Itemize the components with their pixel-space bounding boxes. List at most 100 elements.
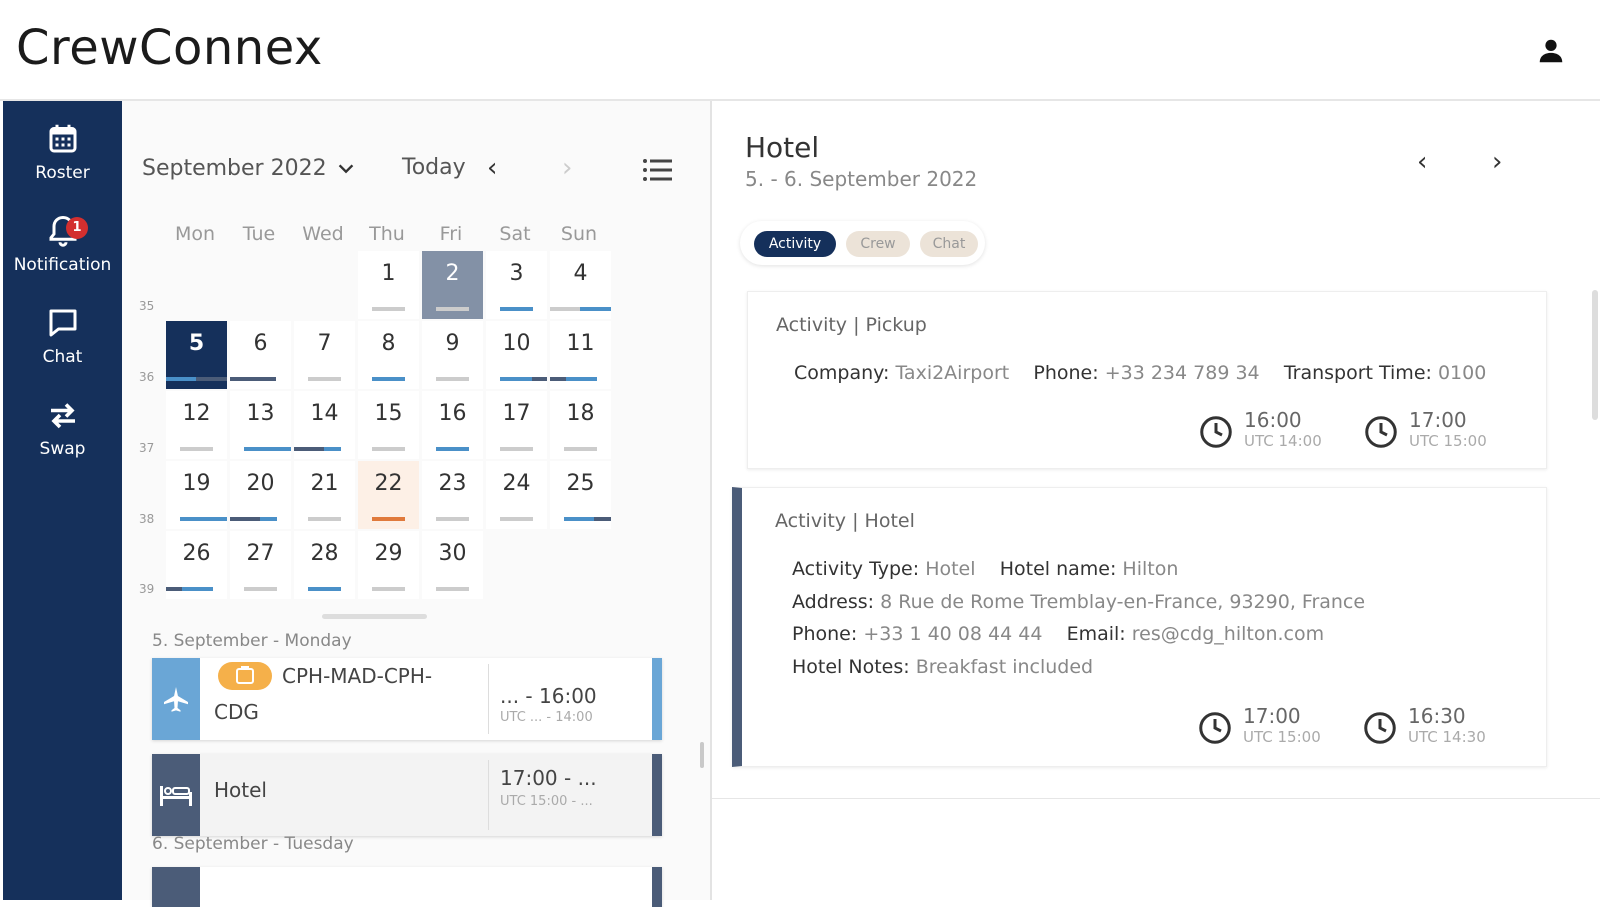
calendar-day[interactable]: 18 [550,391,611,459]
sidebar-item-roster[interactable]: Roster [3,121,122,183]
day-indicator [564,447,597,451]
start-time: 16:00 [1244,408,1302,432]
vertical-scrollbar[interactable] [1592,290,1598,420]
day-number: 11 [566,331,595,356]
day-number: 16 [438,401,467,426]
calendar-day[interactable]: 19 [166,461,227,529]
day-indicator [244,587,277,591]
week-number: 38 [139,512,155,526]
calendar-day[interactable]: 11 [550,321,611,389]
calendar-day[interactable]: 4 [550,251,611,319]
next-activity-button[interactable]: › [1492,147,1502,177]
sidebar-item-label: Swap [39,439,86,459]
flight-event[interactable]: CPH-MAD-CPH- CDG ... - 16:00 UTC ... - 1… [152,658,662,740]
day-indicator [566,377,597,381]
day-number: 28 [310,541,339,566]
calendar-day[interactable]: 25 [550,461,611,529]
day-indicator [550,377,566,381]
day-indicator [500,377,532,381]
chat-bubble-icon [45,305,81,341]
month-label: September 2022 [142,156,327,181]
detail-subtitle: 5. - 6. September 2022 [745,167,978,191]
app-title: CrewConnex [16,20,323,76]
next-event[interactable] [152,867,662,907]
pane-resize-handle[interactable] [700,742,704,768]
calendar-day[interactable]: 22 [358,461,419,529]
notification-badge: 1 [66,217,88,239]
calendar-day[interactable]: 3 [486,251,547,319]
day-indicator [500,517,533,521]
calendar-day[interactable]: 30 [422,531,483,599]
day-indicator [580,307,611,311]
day-indicator [532,377,547,381]
event-type-strip [152,867,200,907]
calendar-day[interactable]: 16 [422,391,483,459]
calendar-day[interactable]: 8 [358,321,419,389]
agenda-day-label: 6. September - Tuesday [152,834,354,854]
calendar-day[interactable]: 13 [230,391,291,459]
day-indicator [500,307,533,311]
person-icon[interactable] [1536,36,1566,66]
month-selector[interactable]: September 2022 [142,156,357,181]
calendar-day[interactable]: 26 [166,531,227,599]
card-header: Activity | Pickup [776,314,927,336]
prev-activity-button[interactable]: ‹ [1417,147,1427,177]
day-indicator [372,307,405,311]
calendar-day[interactable]: 14 [294,391,355,459]
calendar-day[interactable]: 6 [230,321,291,389]
day-number: 5 [188,331,205,356]
calendar-day[interactable]: 1 [358,251,419,319]
email-value[interactable]: res@cdg_hilton.com [1132,623,1324,645]
calendar-day[interactable]: 28 [294,531,355,599]
end-time: 17:00 [1409,408,1467,432]
list-icon[interactable] [642,157,672,183]
day-indicator [196,377,227,381]
card-header-main: Pickup [865,314,927,336]
address-label: Address: [792,591,875,613]
tab-activity[interactable]: Activity [754,231,836,257]
day-number: 27 [246,541,275,566]
sidebar-item-swap[interactable]: Swap [3,397,122,459]
calendar-day[interactable]: 15 [358,391,419,459]
tab-chat[interactable]: Chat [920,231,978,257]
pickup-card: Activity | Pickup Company: Taxi2Airport … [747,291,1547,469]
start-utc: UTC 15:00 [1243,728,1321,746]
event-title: Hotel [214,778,267,802]
day-indicator [372,447,405,451]
weekday-header: Thu [369,223,405,245]
calendar-day[interactable]: 29 [358,531,419,599]
card-header: Activity | Hotel [775,510,915,532]
event-status-bar [652,658,662,740]
sidebar-item-chat[interactable]: Chat [3,305,122,367]
calendar-day[interactable]: 23 [422,461,483,529]
calendar-day[interactable]: 20 [230,461,291,529]
day-number: 19 [182,471,211,496]
calendar-day[interactable]: 7 [294,321,355,389]
next-month-button[interactable]: › [562,153,572,183]
calendar-day[interactable]: 2 [422,251,483,319]
day-indicator [180,447,213,451]
calendar-day[interactable]: 12 [166,391,227,459]
today-button[interactable]: Today [402,155,466,180]
calendar-day[interactable]: 10 [486,321,547,389]
day-indicator [324,447,341,451]
calendar-day[interactable]: 17 [486,391,547,459]
calendar-day[interactable]: 9 [422,321,483,389]
sidebar-item-notification[interactable]: 1 Notification [3,213,122,275]
calendar-day[interactable]: 21 [294,461,355,529]
calendar-day[interactable]: 5 [166,321,227,389]
calendar-day[interactable]: 24 [486,461,547,529]
horizontal-scrollbar[interactable] [322,614,427,619]
hotel-event[interactable]: Hotel 17:00 - ... UTC 15:00 - ... [152,754,662,836]
chevron-down-icon [338,163,353,173]
day-indicator [436,517,469,521]
tab-crew[interactable]: Crew [846,231,910,257]
prev-month-button[interactable]: ‹ [487,153,497,183]
weekday-header: Sun [560,223,598,245]
calendar-day[interactable]: 27 [230,531,291,599]
start-time-group: 16:00 UTC 14:00 [1198,408,1322,450]
company-value: Taxi2Airport [895,362,1010,384]
event-time: 17:00 - ... [500,766,597,790]
swap-arrows-icon [45,397,81,433]
day-indicator [182,587,213,591]
